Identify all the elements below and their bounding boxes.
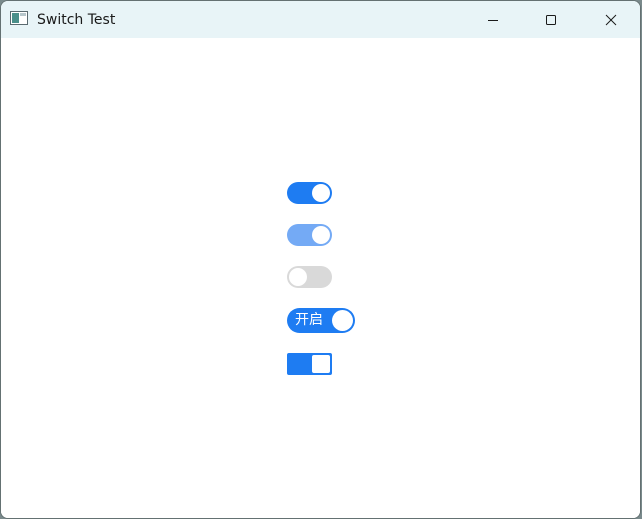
window-title: Switch Test	[37, 12, 116, 28]
switch-knob	[312, 184, 330, 202]
switch-on-disabled[interactable]	[287, 224, 332, 246]
close-button[interactable]	[582, 1, 640, 38]
switch-knob	[289, 268, 307, 286]
client-area: 开启	[1, 38, 640, 518]
app-window-icon	[10, 11, 28, 25]
switch-knob	[332, 310, 353, 331]
switch-knob	[312, 226, 330, 244]
switch-knob	[312, 355, 330, 373]
switch-square[interactable]	[287, 353, 332, 375]
close-icon	[605, 14, 617, 25]
switch-text-label: 开启	[295, 312, 323, 328]
switch-on[interactable]	[287, 182, 332, 204]
switch-with-text[interactable]: 开启	[287, 308, 355, 333]
minimize-icon	[488, 19, 498, 21]
app-window: Switch Test 开启	[1, 1, 640, 518]
title-bar[interactable]: Switch Test	[1, 1, 640, 38]
maximize-icon	[546, 14, 556, 25]
switch-off[interactable]	[287, 266, 332, 288]
minimize-button[interactable]	[464, 1, 522, 38]
maximize-button[interactable]	[522, 1, 580, 38]
